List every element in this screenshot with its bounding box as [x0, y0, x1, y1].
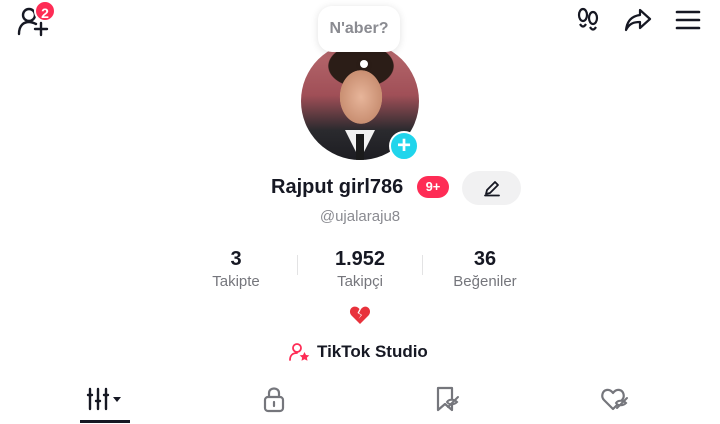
stat-divider: [297, 255, 298, 275]
menu-button[interactable]: [674, 6, 702, 34]
display-name: Rajput girl786: [271, 176, 404, 198]
add-story-plus-icon[interactable]: +: [389, 131, 419, 161]
menu-icon: [675, 10, 701, 30]
following-count: 3: [230, 248, 242, 270]
lock-icon: [263, 387, 285, 413]
status-bubble[interactable]: N'aber?: [318, 6, 400, 52]
stat-likes[interactable]: 36 Beğeniler: [440, 248, 530, 290]
bubble-tail: [360, 60, 368, 68]
liked-heart-icon: [601, 388, 628, 411]
add-friend-button[interactable]: 2: [16, 0, 56, 38]
videos-grid-icon: [86, 387, 121, 411]
footprints-icon: [577, 7, 599, 31]
stat-following[interactable]: 3 Takipte: [196, 248, 276, 290]
profile-name-row: Rajput girl786 9+: [0, 171, 720, 207]
broken-heart-icon: [349, 306, 371, 324]
broken-heart-bio: [349, 305, 371, 325]
share-icon: [624, 8, 652, 32]
username: @ujalaraju8: [319, 208, 401, 225]
bookmark-icon: [436, 386, 459, 412]
tab-saved[interactable]: [416, 382, 476, 416]
edit-profile-button[interactable]: [462, 171, 521, 205]
friend-request-badge: 2: [34, 0, 56, 22]
likes-label: Beğeniler: [453, 273, 517, 290]
avatar-tie: [356, 134, 364, 160]
tab-private[interactable]: [244, 382, 304, 416]
tiktok-studio-link[interactable]: TikTok Studio: [289, 340, 428, 364]
tab-videos[interactable]: [75, 382, 135, 416]
following-label: Takipte: [212, 273, 260, 290]
active-tab-indicator: [80, 420, 130, 423]
footprints-button[interactable]: [574, 6, 602, 34]
tiktok-studio-label: TikTok Studio: [317, 342, 428, 361]
tab-liked[interactable]: [585, 382, 645, 416]
likes-count: 36: [473, 248, 497, 270]
stat-followers[interactable]: 1.952 Takipçi: [320, 248, 400, 290]
stat-divider: [422, 255, 423, 275]
share-profile-button[interactable]: [624, 6, 652, 34]
creator-star-icon: [289, 343, 310, 361]
followers-label: Takipçi: [337, 273, 383, 290]
notification-badge[interactable]: 9+: [417, 176, 449, 198]
pencil-icon: [483, 181, 500, 197]
followers-count: 1.952: [334, 248, 386, 270]
